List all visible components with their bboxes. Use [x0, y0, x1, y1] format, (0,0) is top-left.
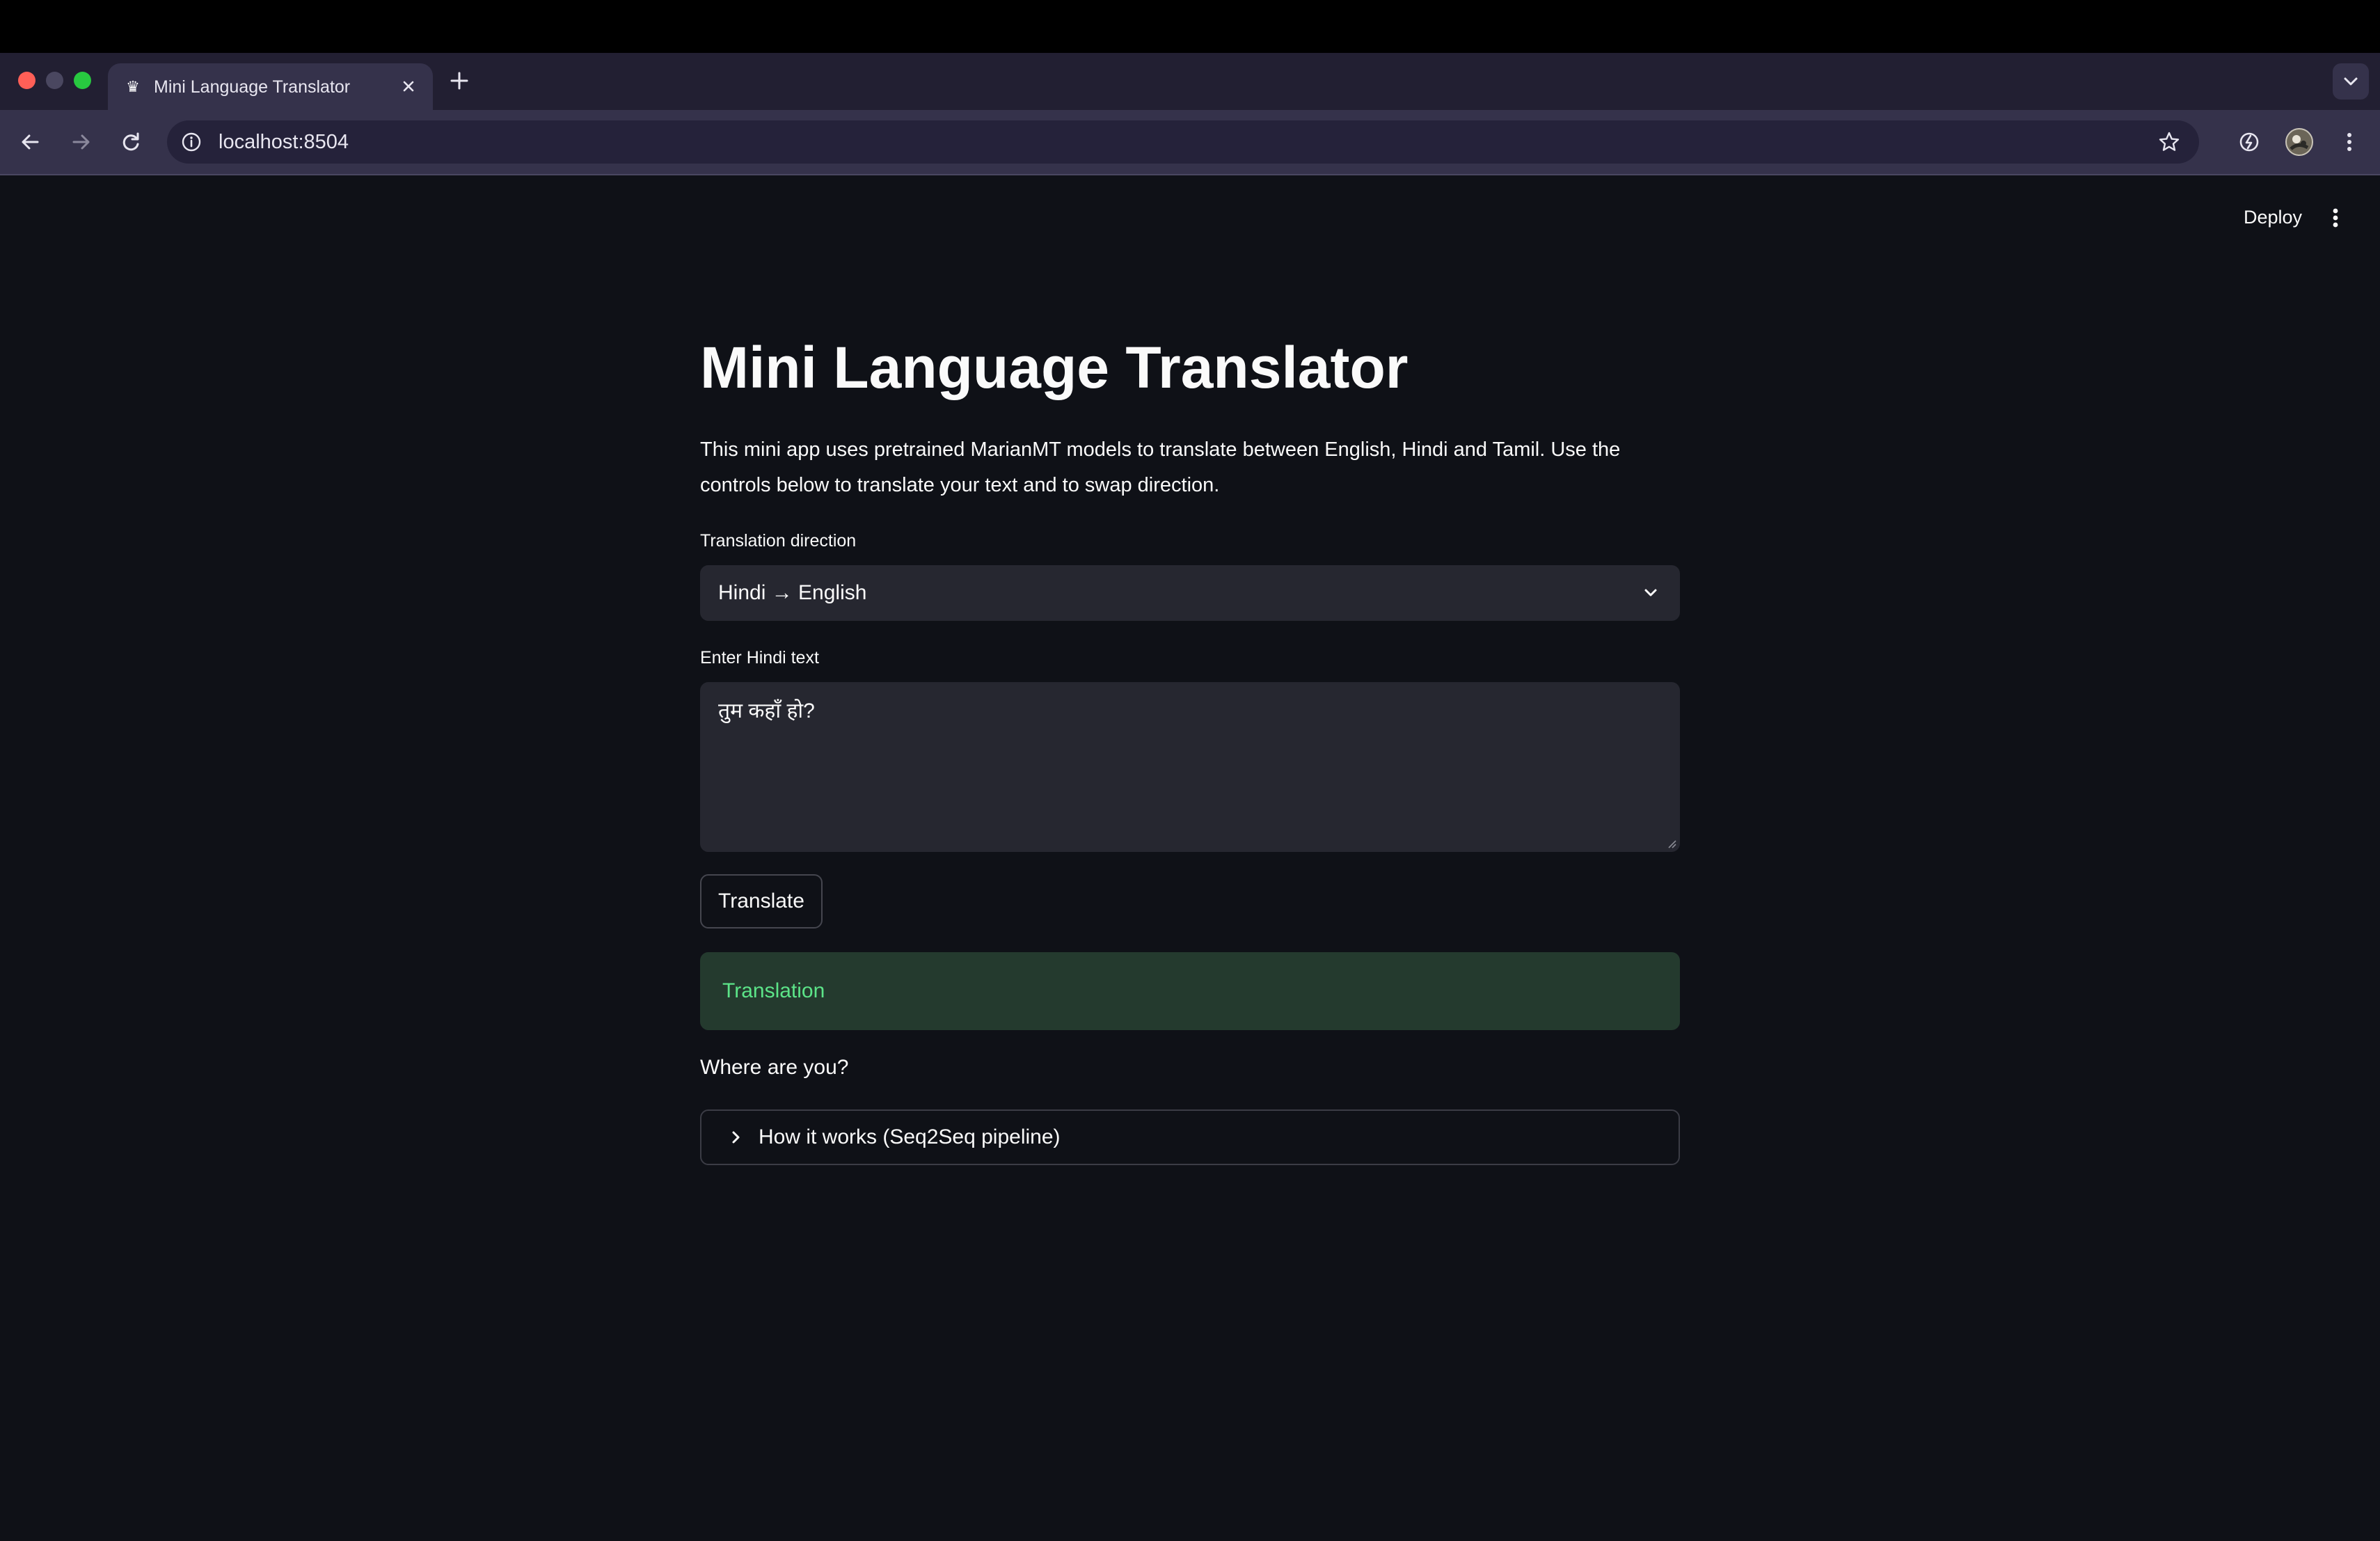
chevron-right-icon: [725, 1126, 747, 1148]
deploy-button[interactable]: Deploy: [2227, 203, 2319, 231]
crown-icon: ♛: [126, 78, 140, 95]
info-icon[interactable]: [181, 132, 202, 152]
app-page: Deploy Mini Language Translator This min…: [0, 175, 2380, 1541]
direction-selected-value: Hindi → English: [718, 581, 867, 604]
chevron-down-icon: [1640, 582, 1662, 604]
direction-label: Translation direction: [700, 531, 857, 551]
input-label: Enter Hindi text: [700, 648, 819, 667]
translation-heading: Translation: [722, 979, 825, 1002]
star-icon[interactable]: [2157, 130, 2181, 154]
chevron-down-icon: [2344, 77, 2358, 86]
hindi-text-input[interactable]: तुम कहाँ हो?: [700, 682, 1680, 852]
browser-tab[interactable]: ♛ Mini Language Translator: [108, 63, 433, 110]
arrow-right-icon[interactable]: [64, 125, 97, 159]
page-title: Mini Language Translator: [700, 335, 1409, 400]
close-icon[interactable]: [397, 74, 420, 98]
screen: ♛ Mini Language Translator localhost:850…: [0, 0, 2380, 1541]
profile-avatar[interactable]: [2283, 125, 2316, 159]
close-window-button[interactable]: [18, 72, 35, 89]
direction-select[interactable]: Hindi → English: [700, 565, 1680, 621]
app-description: This mini app uses pretrained MarianMT m…: [700, 438, 1621, 496]
plus-icon[interactable]: [445, 67, 473, 95]
address-bar[interactable]: localhost:8504: [167, 120, 2199, 164]
minimize-window-button[interactable]: [46, 72, 63, 89]
reload-icon[interactable]: [114, 125, 148, 159]
tabs-dropdown-button[interactable]: [2333, 63, 2369, 100]
resize-handle[interactable]: [1663, 835, 1677, 849]
url-text: localhost:8504: [219, 131, 349, 153]
tab-title: Mini Language Translator: [154, 77, 351, 97]
input-text-value: तुम कहाँ हो?: [718, 700, 815, 722]
how-it-works-expander[interactable]: How it works (Seq2Seq pipeline): [700, 1109, 1680, 1165]
app-menu-icon[interactable]: [2322, 200, 2349, 235]
arrow-left-icon[interactable]: [14, 125, 47, 159]
extension-icon[interactable]: [2232, 125, 2266, 159]
kebab-menu-icon[interactable]: [2333, 125, 2366, 159]
translate-button[interactable]: Translate: [700, 874, 823, 928]
translation-output: Where are you?: [700, 1056, 849, 1079]
expander-label: How it works (Seq2Seq pipeline): [759, 1125, 1061, 1148]
zoom-window-button[interactable]: [74, 72, 91, 89]
translation-alert: Translation: [700, 952, 1680, 1030]
